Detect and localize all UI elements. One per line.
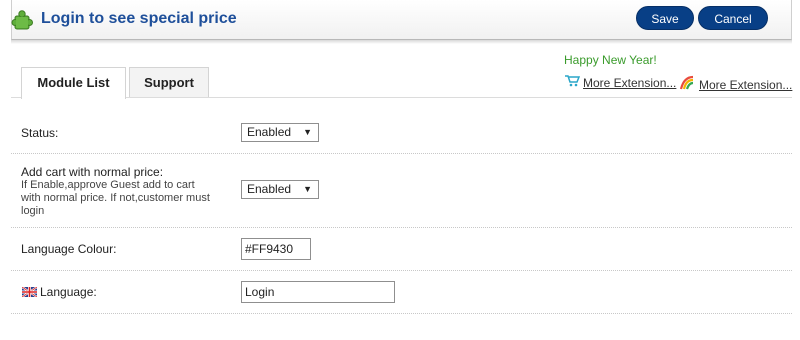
row-divider [11,313,792,314]
row-divider [11,153,792,154]
puzzle-piece-icon [11,9,33,31]
add-cart-select[interactable]: Enabled ▼ [241,180,319,199]
status-select-value: Enabled [247,125,292,139]
status-label: Status: [21,126,59,140]
row-divider [11,227,792,228]
cart-icon [564,75,583,90]
more-extension-label: More Extension... [699,77,793,92]
more-extension-link-1[interactable]: More Extension... [564,75,676,90]
tab-divider [11,97,792,98]
rainbow-logo-icon [678,75,699,94]
promo-greeting: Happy New Year! [564,53,657,67]
language-colour-input[interactable] [241,238,311,260]
tab-module-list[interactable]: Module List [21,67,126,99]
language-colour-label: Language Colour: [21,242,117,256]
chevron-down-icon: ▼ [303,127,312,137]
row-divider [11,270,792,271]
language-input[interactable] [241,281,395,303]
add-cart-label: Add cart with normal price: [21,165,164,179]
status-select[interactable]: Enabled ▼ [241,123,319,142]
language-label: Language: [40,285,97,299]
add-cart-help-text: If Enable,approve Guest add to cart with… [21,179,210,217]
page-title: Login to see special price [41,10,237,27]
more-extension-label: More Extension... [583,75,677,90]
more-extension-link-2[interactable]: More Extension... [678,75,792,94]
uk-flag-icon [21,286,38,298]
header-divider [11,40,792,44]
tab-support[interactable]: Support [129,67,209,98]
cancel-button[interactable]: Cancel [698,6,768,30]
save-button[interactable]: Save [636,6,694,30]
add-cart-select-value: Enabled [247,182,292,196]
chevron-down-icon: ▼ [303,184,312,194]
